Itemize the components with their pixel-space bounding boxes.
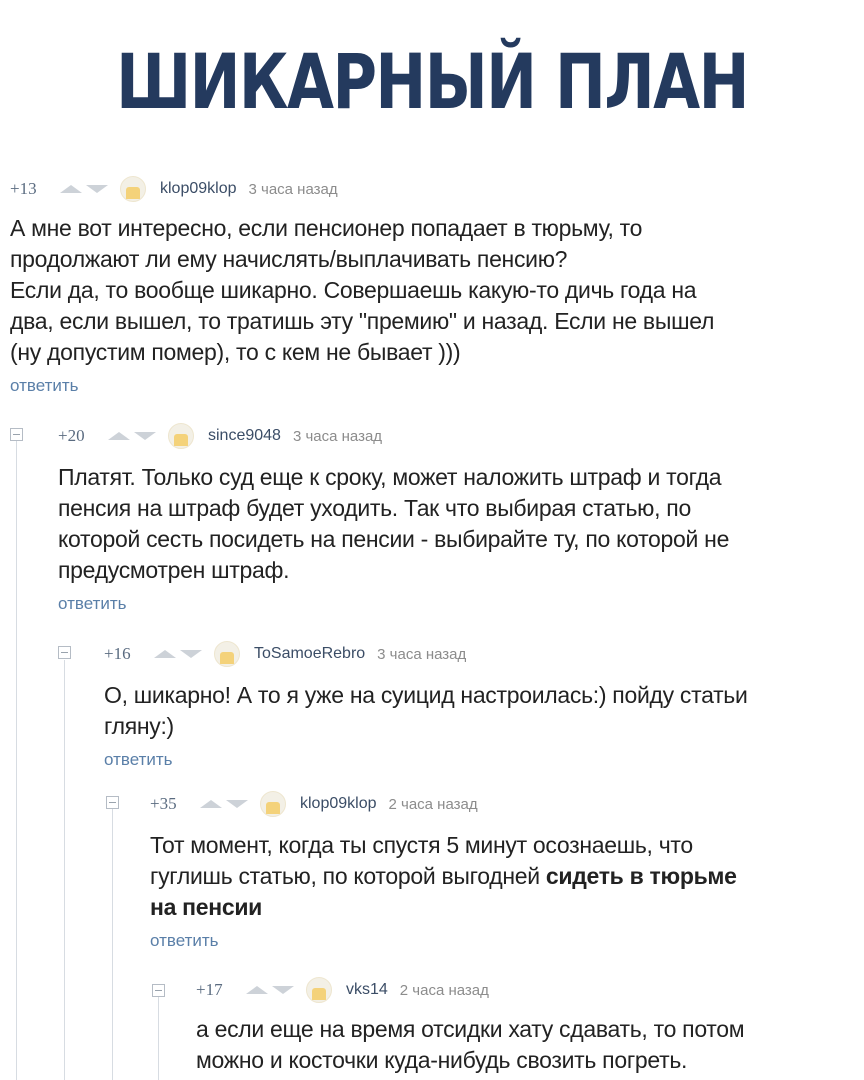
reply-link[interactable]: ответить <box>150 931 850 951</box>
upvote-icon[interactable] <box>60 185 82 193</box>
thread-line <box>112 808 113 1080</box>
vote-controls <box>108 432 168 440</box>
reply-link[interactable]: ответить <box>10 376 850 396</box>
comment-time: 3 часа назад <box>292 427 383 445</box>
comment-rating: +13 <box>10 179 37 198</box>
comment-line: гуглишь статью, по которой выгодней сиде… <box>150 861 850 892</box>
comment-line: продолжают ли ему начислять/выплачивать … <box>10 246 568 272</box>
avatar-face-icon <box>312 988 326 1000</box>
comment-line: на пенсии <box>150 892 850 923</box>
downvote-icon[interactable] <box>86 185 108 193</box>
username-link[interactable]: klop09klop <box>160 180 237 198</box>
comment-text-plain: гуглишь статью, по которой выгодней <box>150 863 546 889</box>
thread-line <box>64 660 65 1080</box>
comment-line: А мне вот интересно, если пенсионер попа… <box>10 215 643 241</box>
avatar-face-icon <box>126 187 140 199</box>
collapse-toggle-icon[interactable] <box>10 428 23 441</box>
comment-line: Платят. Только суд еще к сроку, может на… <box>58 464 722 490</box>
page-title: ШИКАРНЫЙ ПЛАН <box>116 37 749 126</box>
comment-meta: +13 klop09klop 3 часа назад <box>10 175 850 203</box>
comment: +17 vks14 2 часа назад а если еще на вре… <box>196 976 856 1076</box>
vote-controls <box>200 800 260 808</box>
comment-meta: +35 klop09klop 2 часа назад <box>150 790 850 818</box>
vote-controls <box>246 986 306 994</box>
comment: +20 since9048 3 часа назад Платят. Тольк… <box>58 422 848 614</box>
comment-time: 3 часа назад <box>377 645 467 663</box>
comment: +13 klop09klop 3 часа назад А мне вот ин… <box>10 175 850 396</box>
downvote-icon[interactable] <box>226 800 248 808</box>
avatar-face-icon <box>266 802 280 814</box>
comment-text-bold: на пенсии <box>150 894 263 920</box>
comment-rating: +17 <box>196 980 223 999</box>
comment-text-bold: сидеть в тюрьме <box>545 863 737 889</box>
downvote-icon[interactable] <box>134 432 156 440</box>
reply-link[interactable]: ответить <box>58 594 848 614</box>
username-link[interactable]: klop09klop <box>300 795 377 813</box>
avatar[interactable] <box>260 791 286 817</box>
comment-text: Тот момент, когда ты спустя 5 минут осоз… <box>150 830 850 923</box>
comment-line: Тот момент, когда ты спустя 5 минут осоз… <box>150 832 693 858</box>
collapse-toggle-icon[interactable] <box>106 796 119 809</box>
comment: +16 ToSamoeRebro 3 часа назад О, шикарно… <box>104 640 849 770</box>
avatar[interactable] <box>120 176 146 202</box>
comment-meta: +16 ToSamoeRebro 3 часа назад <box>104 640 849 668</box>
upvote-icon[interactable] <box>200 800 222 808</box>
avatar[interactable] <box>168 423 194 449</box>
username-link[interactable]: ToSamoeRebro <box>254 645 365 663</box>
comment-line: предусмотрен штраф. <box>58 557 290 583</box>
avatar[interactable] <box>214 641 240 667</box>
upvote-icon[interactable] <box>108 432 130 440</box>
thread-line <box>16 440 17 1080</box>
comment-line: пенсия на штраф будет уходить. Так что в… <box>58 495 691 521</box>
comment-text: а если еще на время отсидки хату сдавать… <box>196 1014 856 1076</box>
comment-line: Если да, то вообще шикарно. Совершаешь к… <box>10 277 697 303</box>
comment-rating: +35 <box>150 794 177 813</box>
username-link[interactable]: vks14 <box>346 981 388 999</box>
vote-controls <box>60 185 120 193</box>
comment-meta: +20 since9048 3 часа назад <box>58 422 848 450</box>
comment-line: а если еще на время отсидки хату сдавать… <box>196 1016 745 1042</box>
collapse-toggle-icon[interactable] <box>152 984 165 997</box>
comment-meta: +17 vks14 2 часа назад <box>196 976 856 1004</box>
comment-line: О, шикарно! А то я уже на суицид настрои… <box>104 682 748 708</box>
comment-text: А мне вот интересно, если пенсионер попа… <box>10 213 850 368</box>
comment-time: 3 часа назад <box>248 180 338 198</box>
comment-line: два, если вышел, то тратишь эту "премию"… <box>10 308 715 334</box>
avatar-face-icon <box>174 434 188 446</box>
comment-line: (ну допустим помер), то с кем не бывает … <box>10 339 461 365</box>
reply-link[interactable]: ответить <box>104 750 849 770</box>
comment-line: можно и косточки куда-нибудь свозить пог… <box>196 1047 688 1073</box>
downvote-icon[interactable] <box>180 650 202 658</box>
comment-text: Платят. Только суд еще к сроку, может на… <box>58 462 848 586</box>
comment-time: 2 часа назад <box>388 795 478 813</box>
comment-line: гляну:) <box>104 713 174 739</box>
upvote-icon[interactable] <box>246 986 268 994</box>
username-link[interactable]: since9048 <box>208 427 281 445</box>
thread-line <box>158 996 159 1080</box>
comment-time: 2 часа назад <box>399 981 489 999</box>
vote-controls <box>154 650 214 658</box>
upvote-icon[interactable] <box>154 650 176 658</box>
comment: +35 klop09klop 2 часа назад Тот момент, … <box>150 790 850 951</box>
comment-line: которой сесть посидеть на пенсии - выбир… <box>58 526 730 552</box>
collapse-toggle-icon[interactable] <box>58 646 71 659</box>
comment-rating: +16 <box>104 644 131 663</box>
downvote-icon[interactable] <box>272 986 294 994</box>
comment-rating: +20 <box>58 426 85 445</box>
comment-text: О, шикарно! А то я уже на суицид настрои… <box>104 680 849 742</box>
avatar[interactable] <box>306 977 332 1003</box>
avatar-face-icon <box>220 652 234 664</box>
